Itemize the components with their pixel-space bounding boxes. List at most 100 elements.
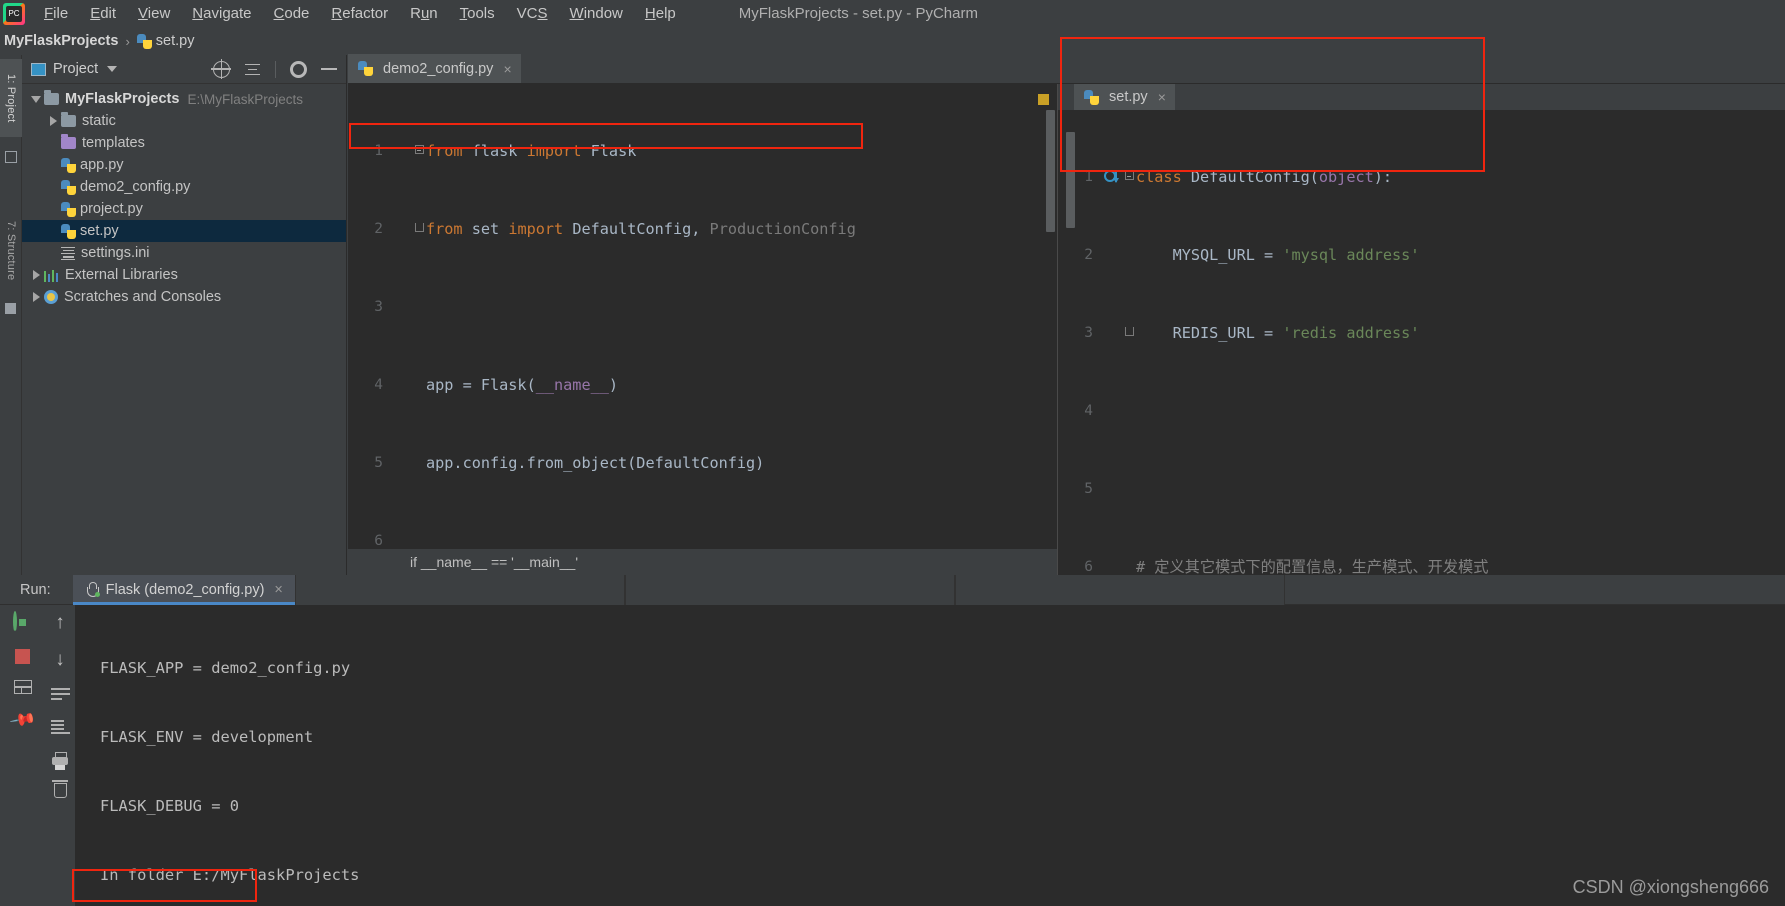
- menu-view[interactable]: View: [127, 2, 181, 25]
- print-icon[interactable]: [52, 752, 68, 770]
- tab-set-py[interactable]: set.py ×: [1074, 84, 1175, 110]
- inspection-warning-marker: [1038, 94, 1049, 105]
- run-header-segment: [294, 574, 625, 605]
- tree-item-scratches-and-consoles[interactable]: Scratches and Consoles: [22, 286, 346, 308]
- menu-tools[interactable]: Tools: [449, 2, 506, 25]
- close-icon[interactable]: ×: [274, 582, 282, 598]
- tree-item-static[interactable]: static: [22, 110, 346, 132]
- rerun-icon[interactable]: [12, 611, 33, 633]
- folder-icon: [44, 90, 59, 105]
- menu-navigate[interactable]: Navigate: [181, 2, 262, 25]
- scroll-from-source-icon[interactable]: [211, 58, 231, 79]
- menu-refactor[interactable]: Refactor: [320, 2, 399, 25]
- console-line: FLASK_ENV = development: [100, 728, 314, 746]
- chevron-right-icon[interactable]: [28, 292, 44, 302]
- breadcrumb-file[interactable]: set.py: [156, 33, 195, 49]
- window-title: MyFlaskProjects - set.py - PyCharm: [738, 5, 978, 22]
- tree-item-root[interactable]: MyFlaskProjects E:\MyFlaskProjects: [22, 88, 346, 110]
- stop-icon[interactable]: [15, 649, 30, 664]
- console-line: In folder E:/MyFlaskProjects: [100, 866, 360, 884]
- run-header-segment: [624, 574, 955, 605]
- code-set-py[interactable]: 1 class DefaultConfig(object): 2 MYSQL_UR…: [1058, 84, 1785, 575]
- menu-help[interactable]: Help: [634, 2, 687, 25]
- down-arrow-icon[interactable]: ↓: [55, 650, 65, 669]
- code-line: 3 REDIS_URL = 'redis address': [1084, 324, 1420, 342]
- tree-label: project.py: [80, 201, 143, 217]
- code-line: 3: [374, 299, 383, 315]
- run-tab-flask[interactable]: Flask (demo2_config.py) ×: [72, 574, 296, 605]
- project-panel-title: Project: [53, 61, 99, 77]
- code-demo2-config[interactable]: 1 from flask import Flask 2 from set impor…: [348, 84, 1057, 575]
- layout-icon[interactable]: [13, 680, 32, 694]
- settings-gear-icon[interactable]: [290, 60, 307, 78]
- tree-label: demo2_config.py: [80, 179, 191, 195]
- python-file-icon: [358, 61, 373, 76]
- editor-split: 1 from flask import Flask 2 from set impor…: [348, 84, 1785, 575]
- breadcrumb-separator: ›: [125, 33, 130, 49]
- breadcrumb: MyFlaskProjects › set.py: [0, 27, 1785, 55]
- editor-pane-demo2-config[interactable]: 1 from flask import Flask 2 from set impor…: [348, 84, 1058, 575]
- menu-run[interactable]: Run: [399, 2, 449, 25]
- run-toolbar-secondary: ↑ ↓: [45, 605, 75, 906]
- scroll-to-end-icon[interactable]: [50, 719, 70, 734]
- tree-item-settings-ini[interactable]: settings.ini: [22, 242, 346, 264]
- soft-wrap-icon[interactable]: [50, 687, 70, 701]
- code-line: 5 app.config.from_object(DefaultConfig): [374, 454, 765, 472]
- tab-demo2-config-py[interactable]: demo2_config.py ×: [348, 54, 521, 83]
- code-line: 4: [1084, 403, 1093, 419]
- tab-label: set.py: [1109, 89, 1148, 105]
- libraries-icon: [44, 269, 59, 282]
- tree-item-app-py[interactable]: app.py: [22, 154, 346, 176]
- code-line: 1 class DefaultConfig(object):: [1058, 164, 1785, 190]
- tree-label: templates: [82, 135, 145, 151]
- run-panel-body: 📌 ↑ ↓ FLASK_APP = demo2_config.py FLASK_…: [0, 605, 1785, 906]
- sidebar-item-structure[interactable]: 7: Structure: [0, 205, 22, 297]
- chevron-down-icon[interactable]: [28, 95, 44, 103]
- watermark: CSDN @xiongsheng666: [1572, 877, 1769, 897]
- folder-stripe-icon: [5, 151, 17, 163]
- code-line: 5: [1084, 481, 1093, 497]
- menu-file[interactable]: File: [33, 2, 79, 25]
- code-line: 4 app = Flask(__name__): [374, 376, 619, 394]
- hide-panel-icon[interactable]: [321, 68, 337, 70]
- pin-icon[interactable]: 📌: [8, 706, 37, 735]
- close-icon[interactable]: ×: [503, 61, 511, 77]
- editor-scrollbar[interactable]: [1046, 110, 1055, 232]
- python-file-icon: [1084, 89, 1099, 105]
- tree-item-external-libraries[interactable]: External Libraries: [22, 264, 346, 286]
- chevron-down-icon[interactable]: [107, 66, 118, 72]
- run-console-output[interactable]: FLASK_APP = demo2_config.py FLASK_ENV = …: [75, 605, 1785, 906]
- tree-label: settings.ini: [81, 245, 150, 261]
- collapse-all-icon[interactable]: [244, 61, 261, 78]
- sidebar-item-project[interactable]: 1: Project: [0, 59, 22, 137]
- code-breadcrumb: if __name__ == '__main__': [348, 549, 1057, 575]
- pycharm-logo-icon: [3, 2, 25, 25]
- editor-scrollbar-right[interactable]: [1066, 132, 1075, 228]
- menu-edit[interactable]: Edit: [79, 2, 127, 25]
- tab-label: demo2_config.py: [383, 60, 494, 77]
- run-panel-header: Run: Flask (demo2_config.py) ×: [0, 574, 1785, 605]
- close-icon[interactable]: ×: [1158, 89, 1166, 105]
- scratches-icon: [44, 290, 58, 304]
- tree-item-templates[interactable]: templates: [22, 132, 346, 154]
- tree-item-demo2-config-py[interactable]: demo2_config.py: [22, 176, 346, 198]
- menu-bar: File Edit View Navigate Code Refactor Ru…: [0, 0, 1785, 27]
- menu-code[interactable]: Code: [263, 2, 321, 25]
- override-marker-icon[interactable]: [1102, 164, 1122, 190]
- console-line: FLASK_APP = demo2_config.py: [100, 659, 351, 677]
- python-file-icon: [61, 179, 76, 195]
- menu-vcs[interactable]: VCS: [506, 2, 559, 25]
- up-arrow-icon[interactable]: ↑: [55, 613, 65, 632]
- pycharm-window: File Edit View Navigate Code Refactor Ru…: [0, 0, 1785, 906]
- python-file-icon: [61, 201, 76, 217]
- tree-item-project-py[interactable]: project.py: [22, 198, 346, 220]
- chevron-right-icon[interactable]: [45, 116, 61, 126]
- code-line: 2 from set import DefaultConfig, Producti…: [374, 220, 856, 238]
- tree-item-set-py[interactable]: set.py: [22, 220, 346, 242]
- clear-all-icon[interactable]: [52, 780, 68, 798]
- breadcrumb-project[interactable]: MyFlaskProjects: [4, 33, 118, 49]
- editor-pane-set-py[interactable]: set.py × 1 class DefaultConfig(object): 2…: [1058, 84, 1785, 575]
- menu-window[interactable]: Window: [559, 2, 634, 25]
- tree-label: Scratches and Consoles: [64, 289, 222, 305]
- chevron-right-icon[interactable]: [28, 270, 44, 280]
